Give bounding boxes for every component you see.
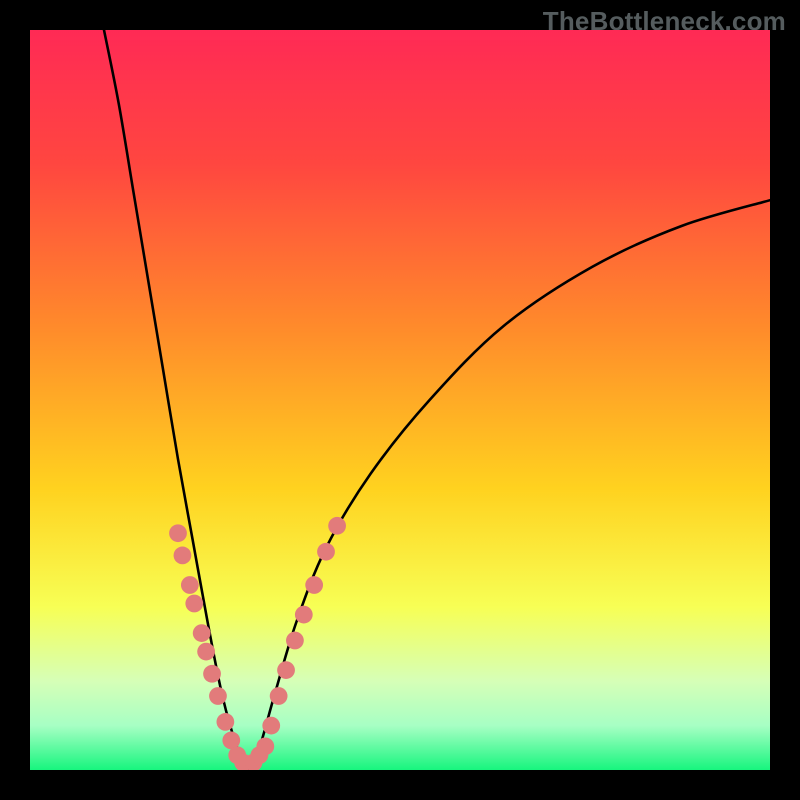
data-marker (181, 576, 199, 594)
data-marker (197, 643, 215, 661)
data-marker (203, 665, 221, 683)
data-marker (262, 717, 280, 735)
data-marker (216, 713, 234, 731)
data-marker (270, 687, 288, 705)
data-marker (277, 661, 295, 679)
data-marker (209, 687, 227, 705)
data-marker (169, 524, 187, 542)
data-marker (286, 632, 304, 650)
data-marker (328, 517, 346, 535)
data-marker (317, 543, 335, 561)
data-marker (305, 576, 323, 594)
data-marker (185, 595, 203, 613)
data-marker (193, 624, 211, 642)
chart-container: TheBottleneck.com (0, 0, 800, 800)
data-marker (174, 547, 192, 565)
chart-plot (30, 30, 770, 770)
data-marker (295, 606, 313, 624)
data-marker (256, 737, 274, 755)
